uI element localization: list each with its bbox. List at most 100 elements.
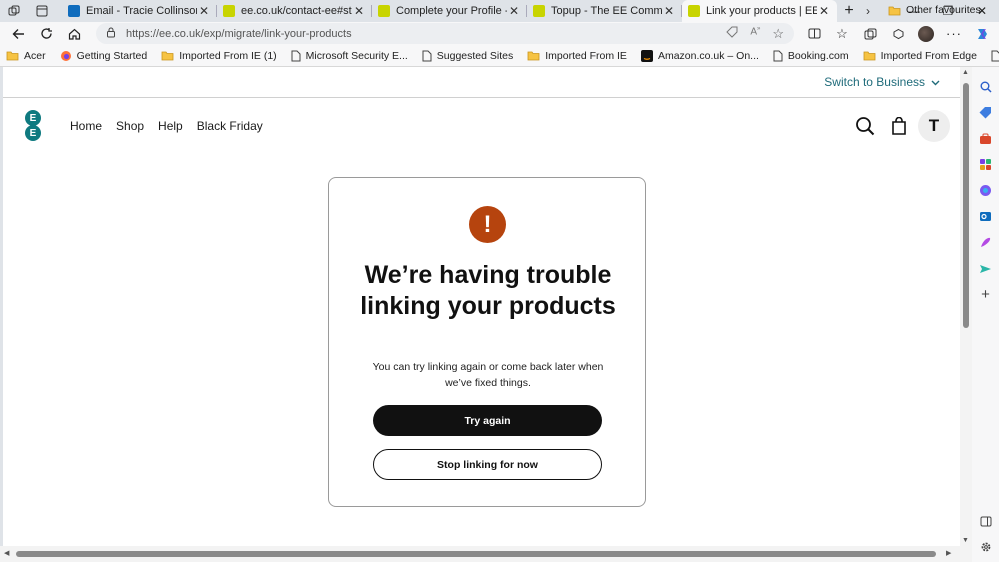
outlook-favicon-icon <box>68 5 80 17</box>
bookmark-item[interactable]: Imported From IE (1) <box>161 50 277 62</box>
scroll-down-icon[interactable]: ▼ <box>962 537 969 544</box>
close-tab-icon[interactable]: ✕ <box>662 4 676 18</box>
page-icon <box>991 50 999 62</box>
settings-gear-icon[interactable] <box>978 539 993 554</box>
bookmark-item[interactable]: Imported From IE <box>527 50 627 62</box>
nav-home[interactable]: Home <box>70 119 102 133</box>
browser-tab[interactable]: Topup - The EE Community✕ <box>527 0 682 22</box>
close-tab-icon[interactable]: ✕ <box>507 4 521 18</box>
edge-sidebar: + <box>972 67 999 562</box>
tag-icon[interactable] <box>726 26 738 42</box>
favorite-star-icon[interactable]: ☆ <box>772 26 784 42</box>
collections-icon[interactable] <box>856 22 884 45</box>
switch-to-business-link[interactable]: Switch to Business <box>824 75 940 89</box>
new-tab-button[interactable]: + <box>837 0 861 22</box>
close-tab-icon[interactable]: ✕ <box>817 4 831 18</box>
page-icon <box>773 50 783 62</box>
close-tab-icon[interactable]: ✕ <box>197 4 211 18</box>
search-icon[interactable] <box>848 110 882 142</box>
add-sidebar-app-icon[interactable]: + <box>978 286 993 303</box>
profile-avatar[interactable] <box>912 22 940 45</box>
bookmark-item[interactable]: Acer <box>6 50 46 62</box>
bookmark-label: Imported From IE <box>545 49 627 62</box>
folder-icon <box>161 50 174 61</box>
bookmark-label: Amazon.co.uk – On... <box>657 49 759 62</box>
scroll-up-icon[interactable]: ▲ <box>962 69 969 76</box>
tab-title: Link your products | EE <box>706 5 817 17</box>
ee-favicon-icon <box>223 5 235 17</box>
workspaces-icon[interactable] <box>0 0 28 22</box>
bookmark-label: Microsoft Security E... <box>305 49 408 62</box>
site-header: E E Home Shop Help Black Friday T <box>3 99 960 159</box>
outlook-icon[interactable] <box>978 209 993 224</box>
basket-icon[interactable] <box>882 110 916 142</box>
horizontal-scroll-thumb[interactable] <box>16 551 936 557</box>
try-again-button[interactable]: Try again <box>373 405 602 436</box>
designer-icon[interactable] <box>978 235 993 250</box>
bookmark-item[interactable]: Gmail <box>991 50 999 62</box>
bookmark-item[interactable]: Suggested Sites <box>422 50 513 62</box>
vertical-scrollbar[interactable]: ▲ ▼ <box>960 67 972 546</box>
bookmark-item[interactable]: Booking.com <box>773 50 849 62</box>
chevron-down-icon <box>931 75 940 89</box>
alert-icon: ! <box>469 206 506 243</box>
lock-icon[interactable] <box>106 27 116 41</box>
bookmark-item[interactable]: Microsoft Security E... <box>291 50 408 62</box>
error-card: ! We’re having trouble linking your prod… <box>328 177 646 507</box>
folder-icon <box>863 50 876 61</box>
bookmark-item[interactable]: Imported From Edge <box>863 50 977 62</box>
url-text[interactable]: https://ee.co.uk/exp/migrate/link-your-p… <box>126 28 352 40</box>
bookmark-item[interactable]: Amazon.co.uk – On... <box>640 49 759 62</box>
nav-black-friday[interactable]: Black Friday <box>197 119 263 133</box>
address-bar[interactable]: https://ee.co.uk/exp/migrate/link-your-p… <box>96 23 794 44</box>
scroll-left-icon[interactable]: ◀ <box>4 549 9 557</box>
tab-title: Topup - The EE Community <box>551 5 662 17</box>
browser-essentials-icon[interactable] <box>884 22 912 45</box>
error-message: You can try linking again or come back l… <box>372 361 604 389</box>
horizontal-scrollbar[interactable]: ◀ ▶ <box>0 546 972 562</box>
chevron-right-icon[interactable]: › <box>866 4 870 18</box>
tab-strip: Email - Tracie Collinson - Outlook✕ee.co… <box>0 0 999 22</box>
read-aloud-icon[interactable]: A» <box>750 26 760 42</box>
ee-favicon-icon <box>688 5 700 17</box>
scroll-right-icon[interactable]: ▶ <box>946 549 951 557</box>
tools-icon[interactable] <box>978 131 993 146</box>
nav-shop[interactable]: Shop <box>116 119 144 133</box>
bookmark-label: Imported From Edge <box>880 49 977 62</box>
browser-tab[interactable]: ee.co.uk/contact-ee#state=ey/pa✕ <box>217 0 372 22</box>
bookmark-item[interactable]: Getting Started <box>60 50 147 62</box>
microsoft-365-icon[interactable] <box>978 183 993 198</box>
tab-title: Email - Tracie Collinson - Outlook <box>86 5 197 17</box>
stop-linking-button[interactable]: Stop linking for now <box>373 449 602 480</box>
more-options-icon[interactable]: ··· <box>940 22 968 45</box>
favorites-icon[interactable]: ☆ <box>828 22 856 45</box>
favorites-bar: Acer Getting Started Imported From IE (1) M… <box>0 45 999 67</box>
utility-bar: Switch to Business <box>3 67 960 98</box>
folder-icon <box>888 5 901 16</box>
refresh-icon[interactable] <box>32 22 60 45</box>
tab-actions-icon[interactable] <box>28 0 56 22</box>
other-favourites[interactable]: Other favourites <box>888 4 981 16</box>
copilot-icon[interactable] <box>968 22 996 45</box>
error-heading: We’re having trouble linking your produc… <box>360 261 616 320</box>
close-tab-icon[interactable]: ✕ <box>352 4 366 18</box>
search-icon[interactable] <box>978 79 993 94</box>
browser-tab[interactable]: Complete your Profile - The EE C✕ <box>372 0 527 22</box>
back-icon[interactable] <box>4 22 32 45</box>
browser-tab[interactable]: Link your products | EE ✕ <box>682 0 837 22</box>
nav-help[interactable]: Help <box>158 119 183 133</box>
browser-tab[interactable]: Email - Tracie Collinson - Outlook✕ <box>62 0 217 22</box>
drop-icon[interactable] <box>978 261 993 276</box>
vertical-scroll-thumb[interactable] <box>963 83 969 328</box>
main-nav: Home Shop Help Black Friday <box>70 119 277 133</box>
tab-title: Complete your Profile - The EE C <box>396 5 507 17</box>
home-icon[interactable] <box>60 22 88 45</box>
bookmark-label: Booking.com <box>787 49 849 62</box>
ee-logo[interactable]: E E <box>25 110 43 142</box>
hide-sidebar-icon[interactable] <box>978 514 993 529</box>
games-icon[interactable] <box>978 157 993 172</box>
shopping-tag-icon[interactable] <box>978 105 993 120</box>
browser-toolbar: https://ee.co.uk/exp/migrate/link-your-p… <box>0 22 999 45</box>
account-avatar[interactable]: T <box>918 110 950 142</box>
split-screen-icon[interactable] <box>800 22 828 45</box>
